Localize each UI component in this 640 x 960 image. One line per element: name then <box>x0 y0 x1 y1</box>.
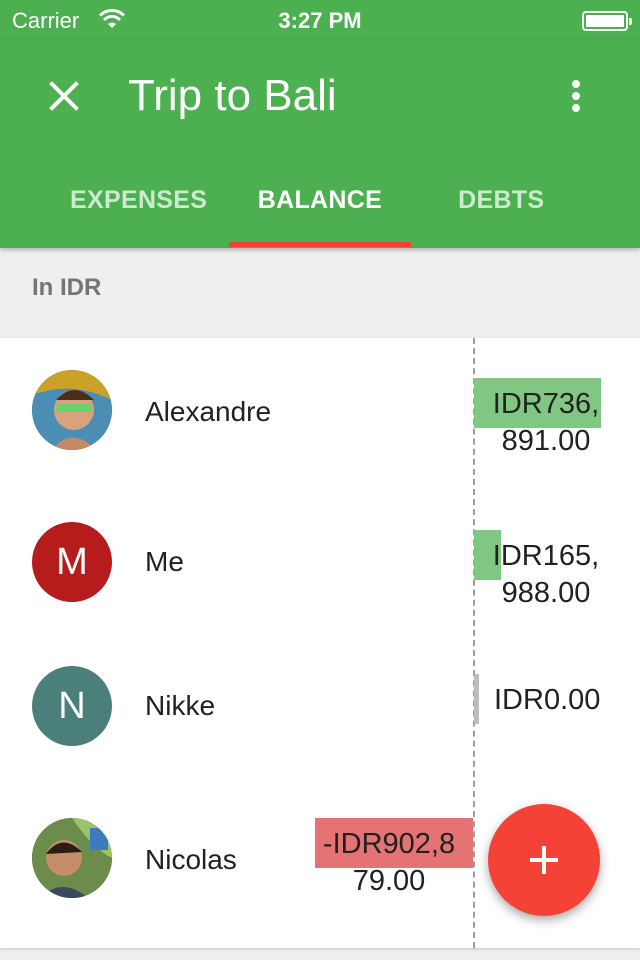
close-icon <box>49 81 79 111</box>
list-item[interactable]: M Me IDR165,988.00 <box>0 490 640 642</box>
more-vert-icon-dot <box>572 92 580 100</box>
more-vert-icon-dot <box>572 80 580 88</box>
avatar <box>32 818 112 898</box>
add-expense-button[interactable] <box>488 804 600 916</box>
list-item[interactable]: N Nikke IDR0.00 <box>0 642 640 794</box>
balance-bar-zero <box>474 674 479 724</box>
balance-amount: -IDR902,879.00 <box>322 828 456 897</box>
status-bar: Carrier 3:27 PM <box>0 0 640 40</box>
tab-expenses[interactable]: EXPENSES <box>48 162 229 248</box>
list-item[interactable]: Alexandre IDR736,891.00 <box>0 338 640 490</box>
avatar: M <box>32 522 112 602</box>
plus-icon <box>530 846 558 874</box>
active-tab-indicator <box>229 242 411 247</box>
member-name: Me <box>145 546 184 577</box>
avatar <box>32 370 112 450</box>
page-title: Trip to Bali <box>128 71 337 120</box>
more-options-button[interactable] <box>548 68 604 124</box>
currency-header: In IDR <box>0 248 640 338</box>
app-bar: Trip to Bali EXPENSES BALANCE DEBTS <box>0 40 640 248</box>
avatar-initial: N <box>58 684 86 727</box>
currency-label: In IDR <box>32 274 102 301</box>
member-name: Nicolas <box>145 844 237 875</box>
avatar: N <box>32 666 112 746</box>
tab-balance[interactable]: BALANCE <box>229 162 410 248</box>
balance-amount: IDR165,988.00 <box>492 540 600 609</box>
member-name: Alexandre <box>145 396 272 427</box>
avatar-initial: M <box>56 540 88 583</box>
tab-debts[interactable]: DEBTS <box>411 162 592 248</box>
close-button[interactable] <box>36 68 92 124</box>
balance-amount: IDR0.00 <box>494 684 601 716</box>
battery-icon <box>582 11 632 31</box>
member-name: Nikke <box>145 690 216 721</box>
more-vert-icon-dot <box>572 104 580 112</box>
tab-bar: EXPENSES BALANCE DEBTS <box>48 162 592 248</box>
balance-amount: IDR736,891.00 <box>492 388 600 457</box>
clock: 3:27 PM <box>278 8 362 33</box>
